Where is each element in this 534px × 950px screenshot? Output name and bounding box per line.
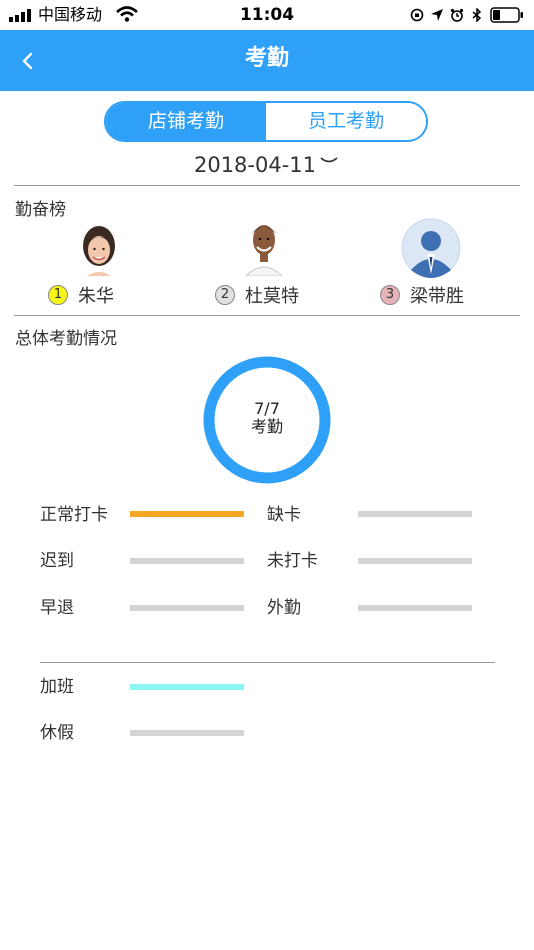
nav-bar: 考勤 bbox=[0, 30, 534, 91]
attendance-ratio-label: 考勤 bbox=[250, 417, 283, 436]
stat-label-late: 迟到 bbox=[40, 551, 74, 571]
stat-label-leave: 休假 bbox=[40, 723, 74, 743]
stat-bar-field-work bbox=[358, 605, 472, 611]
stat-bar-not-clocked bbox=[358, 558, 472, 564]
stat-bar-late bbox=[130, 558, 244, 564]
stat-label-early-leave: 早退 bbox=[40, 598, 74, 618]
status-icons bbox=[410, 5, 524, 25]
ranking-item-1[interactable]: 1 朱华 bbox=[48, 283, 114, 307]
stat-label-overtime: 加班 bbox=[40, 677, 74, 697]
tab-store-attendance[interactable]: 店铺考勤 bbox=[106, 103, 266, 140]
battery-icon bbox=[490, 7, 523, 23]
bluetooth-icon bbox=[472, 8, 482, 22]
stat-label-not-clocked: 未打卡 bbox=[267, 551, 318, 571]
rank-badge-2: 2 bbox=[215, 285, 235, 305]
ranking-name-2: 杜莫特 bbox=[245, 286, 299, 307]
orientation-lock-icon bbox=[410, 8, 424, 22]
donut-center: 7/7 考勤 bbox=[202, 400, 332, 436]
overall-attendance-title: 总体考勤情况 bbox=[15, 329, 117, 349]
ranking-name-1: 朱华 bbox=[78, 286, 114, 307]
divider bbox=[40, 662, 495, 663]
stat-bar-leave bbox=[130, 730, 244, 736]
status-bar: 中国移动 11:04 bbox=[0, 0, 534, 30]
rank-badge-3: 3 bbox=[380, 285, 400, 305]
ranking-item-2[interactable]: 2 杜莫特 bbox=[215, 283, 299, 307]
avatar-rank-2[interactable] bbox=[242, 218, 286, 276]
avatar-rank-3[interactable] bbox=[401, 218, 461, 278]
stat-bar-early-leave bbox=[130, 605, 244, 611]
attendance-type-tabs: 店铺考勤 员工考勤 bbox=[104, 101, 428, 142]
page-title: 考勤 bbox=[244, 46, 289, 71]
stat-bar-normal bbox=[130, 511, 244, 517]
attendance-ratio: 7/7 bbox=[254, 399, 280, 418]
location-icon bbox=[431, 9, 443, 21]
stat-bar-missing bbox=[358, 511, 472, 517]
chevron-down-icon bbox=[320, 157, 338, 163]
ranking-name-3: 梁带胜 bbox=[410, 286, 464, 307]
stat-label-normal: 正常打卡 bbox=[40, 505, 108, 525]
date-value: 2018-04-11 bbox=[193, 153, 317, 177]
tab-employee-attendance[interactable]: 员工考勤 bbox=[266, 103, 426, 140]
ranking-title: 勤奋榜 bbox=[15, 200, 66, 220]
stat-label-field-work: 外勤 bbox=[267, 598, 301, 618]
alarm-icon bbox=[450, 8, 464, 22]
stat-bar-overtime bbox=[130, 684, 244, 690]
avatar-rank-1[interactable] bbox=[79, 224, 119, 276]
date-picker[interactable]: 2018-04-11 bbox=[0, 150, 534, 180]
divider bbox=[14, 185, 520, 186]
stat-label-missing: 缺卡 bbox=[267, 505, 301, 525]
ranking-item-3[interactable]: 3 梁带胜 bbox=[380, 283, 464, 307]
divider bbox=[14, 315, 520, 316]
rank-badge-1: 1 bbox=[48, 285, 68, 305]
